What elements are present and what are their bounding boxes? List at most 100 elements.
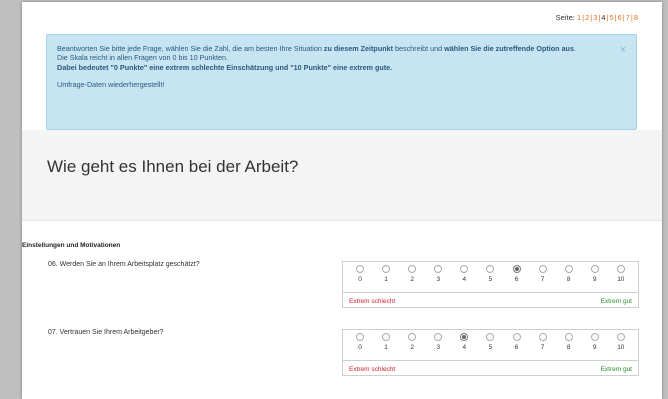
pager-separator: |: [614, 13, 617, 22]
rating-option-9[interactable]: 9: [585, 265, 605, 283]
page-link-3[interactable]: 3: [593, 13, 597, 22]
pager-separator: |: [630, 13, 633, 22]
rating-number: 5: [488, 344, 493, 351]
radio-button[interactable]: [564, 265, 573, 273]
rating-number: 8: [566, 344, 571, 351]
rating-option-1[interactable]: 1: [376, 333, 396, 351]
high-label: Extrem gut: [600, 365, 632, 373]
group-title: Einstellungen und Motivationen: [22, 242, 121, 249]
section-title: Wie geht es Ihnen bei der Arbeit?: [47, 157, 299, 176]
radio-button[interactable]: [460, 265, 469, 273]
rating-number: 10: [617, 344, 625, 351]
radio-button[interactable]: [486, 333, 495, 341]
page-link-2[interactable]: 2: [585, 13, 589, 22]
rating-number: 3: [436, 276, 441, 283]
rating-option-3[interactable]: 3: [428, 333, 448, 351]
rating-option-8[interactable]: 8: [559, 333, 579, 351]
rating-option-10[interactable]: 10: [611, 333, 631, 351]
rating-option-5[interactable]: 5: [480, 333, 500, 351]
high-label: Extrem gut: [600, 297, 632, 305]
rating-option-8[interactable]: 8: [559, 265, 579, 283]
radio-button[interactable]: [382, 265, 391, 273]
page-link-8[interactable]: 8: [634, 13, 638, 22]
radio-button[interactable]: [356, 333, 365, 341]
rating-number: 5: [488, 276, 493, 283]
page-link-5[interactable]: 5: [609, 13, 613, 22]
pager-separator: |: [622, 13, 625, 22]
rating-option-6[interactable]: 6: [507, 265, 527, 283]
scale-end-labels: Extrem schlecht Extrem gut: [343, 360, 638, 377]
rating-number: 9: [592, 276, 597, 283]
rating-option-4[interactable]: 4: [454, 333, 474, 351]
rating-number: 1: [384, 344, 388, 351]
rating-number: 3: [436, 344, 441, 351]
rating-number: 0: [358, 276, 362, 283]
scale-meaning-text: Dabei bedeutet "0 Punkte" eine extrem sc…: [57, 62, 393, 72]
page-link-7[interactable]: 7: [626, 13, 630, 22]
scale-range-text: Die Skala reicht in allen Fragen von 0 b…: [57, 53, 229, 63]
scale-end-labels: Extrem schlecht Extrem gut: [343, 292, 638, 309]
radio-button[interactable]: [512, 333, 521, 341]
rating-option-0[interactable]: 0: [350, 265, 370, 283]
rating-option-7[interactable]: 7: [533, 333, 553, 351]
radio-button[interactable]: [590, 265, 599, 273]
radio-button[interactable]: [408, 265, 417, 273]
page-link-4[interactable]: 4: [601, 13, 605, 22]
rating-option-9[interactable]: 9: [585, 333, 605, 351]
rating-option-1[interactable]: 1: [376, 265, 396, 283]
rating-number: 4: [462, 276, 467, 283]
radio-button[interactable]: [616, 333, 625, 341]
rating-number: 1: [384, 276, 388, 283]
rating-number: 7: [540, 344, 545, 351]
page-navigation: Seite: 1|2|3|4|5|6|7|8: [556, 13, 638, 22]
rating-number: 8: [566, 276, 571, 283]
pager-separator: |: [582, 13, 585, 22]
pager-label: Seite:: [555, 13, 575, 22]
rating-number: 9: [592, 344, 597, 351]
rating-option-4[interactable]: 4: [454, 265, 474, 283]
rating-number: 6: [514, 344, 519, 351]
rating-option-3[interactable]: 3: [428, 265, 448, 283]
rating-number: 2: [410, 344, 414, 351]
rating-number: 6: [514, 276, 519, 283]
close-icon[interactable]: ×: [620, 44, 626, 55]
radio-button[interactable]: [460, 333, 469, 341]
page-link-1[interactable]: 1: [577, 13, 581, 22]
rating-number: 0: [358, 344, 362, 351]
radio-button[interactable]: [434, 265, 443, 273]
radio-button[interactable]: [590, 333, 599, 341]
question-text: 06. Werden Sie an Ihrem Arbeitsplatz ges…: [48, 261, 200, 268]
rating-number: 2: [410, 276, 414, 283]
radio-button[interactable]: [486, 265, 495, 273]
rating-scale: 0 1 2 3 4 5 6 7 8 9 10 Extrem schlecht Extrem gut: [342, 329, 639, 376]
radio-button[interactable]: [382, 333, 391, 341]
rating-option-10[interactable]: 10: [611, 265, 631, 283]
radio-button[interactable]: [538, 265, 547, 273]
low-label: Extrem schlecht: [349, 297, 396, 305]
pager-separator: |: [590, 13, 593, 22]
rating-number: 10: [617, 276, 625, 283]
radio-button[interactable]: [408, 333, 417, 341]
low-label: Extrem schlecht: [349, 365, 396, 373]
page-link-6[interactable]: 6: [618, 13, 622, 22]
instructions-alert: Beantworten Sie bitte jede Frage, wählen…: [46, 34, 637, 130]
radio-button[interactable]: [356, 265, 365, 273]
rating-option-0[interactable]: 0: [350, 333, 370, 351]
question-text: 07. Vertrauen Sie Ihrem Arbeitgeber?: [48, 329, 164, 336]
rating-number: 7: [540, 276, 545, 283]
instructions-text: Beantworten Sie bitte jede Frage, wählen…: [57, 44, 576, 53]
rating-option-5[interactable]: 5: [480, 265, 500, 283]
rating-option-2[interactable]: 2: [402, 265, 422, 283]
radio-button[interactable]: [512, 265, 521, 273]
rating-option-2[interactable]: 2: [402, 333, 422, 351]
rating-scale: 0 1 2 3 4 5 6 7 8 9 10 Extrem schlecht Extrem gut: [342, 261, 639, 308]
rating-option-7[interactable]: 7: [533, 265, 553, 283]
radio-button[interactable]: [564, 333, 573, 341]
section-header: Wie geht es Ihnen bei der Arbeit?: [22, 130, 662, 221]
radio-button[interactable]: [538, 333, 547, 341]
rating-number: 4: [462, 344, 467, 351]
rating-option-6[interactable]: 6: [507, 333, 527, 351]
survey-page: Seite: 1|2|3|4|5|6|7|8 Beantworten Sie b…: [22, 2, 662, 399]
radio-button[interactable]: [434, 333, 443, 341]
radio-button[interactable]: [616, 265, 625, 273]
